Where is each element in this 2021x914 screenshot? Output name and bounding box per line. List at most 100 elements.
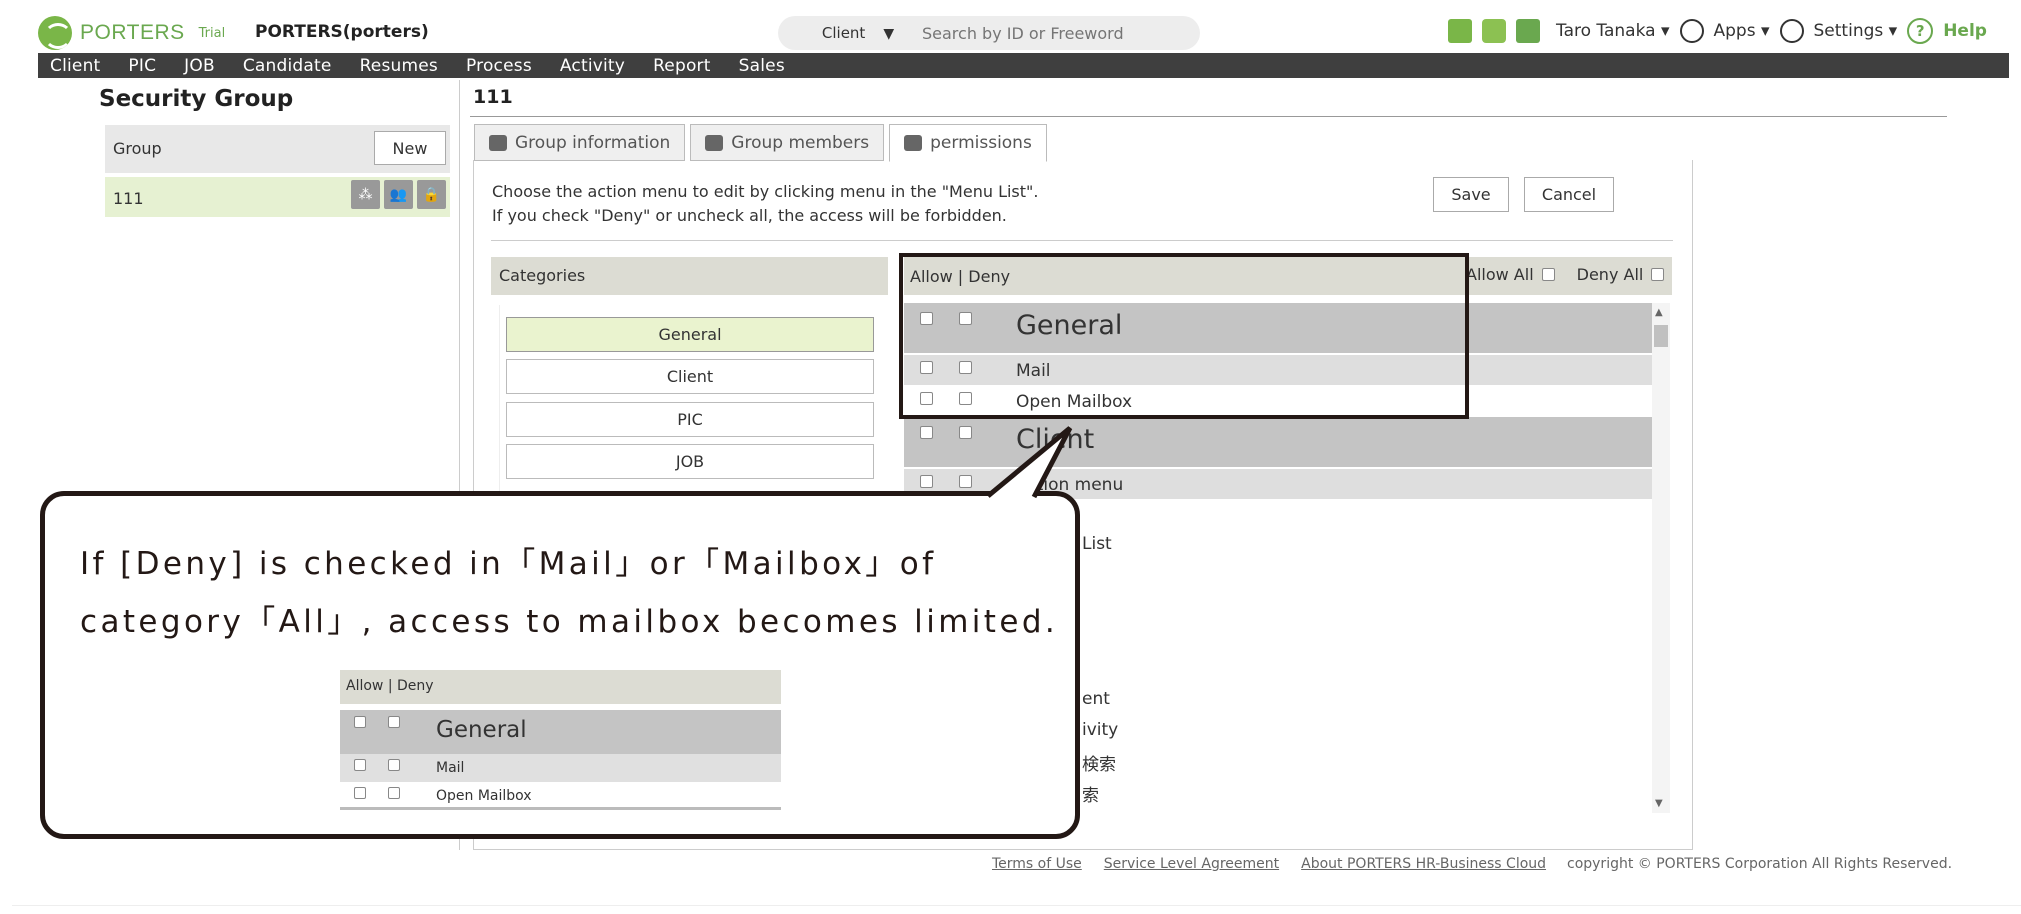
about-link[interactable]: About PORTERS HR-Business Cloud bbox=[1301, 856, 1546, 872]
edit-note-icon[interactable] bbox=[1448, 19, 1472, 43]
mini-item-row: Open Mailbox bbox=[340, 782, 781, 810]
mini-group-label: General bbox=[436, 717, 527, 743]
trial-badge: Trial bbox=[198, 25, 226, 41]
perm-item-fragment: 索 bbox=[1082, 781, 1099, 806]
group-row-label: 111 bbox=[113, 189, 144, 208]
help-link[interactable]: Help bbox=[1943, 21, 1987, 41]
mini-allow-deny-header: Allow | Deny bbox=[340, 670, 781, 704]
scroll-thumb[interactable] bbox=[1654, 325, 1668, 347]
title-rule bbox=[470, 116, 1947, 117]
footer-links: Terms of Use Service Level Agreement Abo… bbox=[992, 856, 1546, 872]
tab-group-members[interactable]: Group members bbox=[690, 124, 885, 161]
search-scope-select[interactable]: Client ▼ bbox=[778, 24, 908, 42]
apps-icon[interactable] bbox=[1679, 19, 1704, 43]
group-row[interactable]: 111 ⁂ 👥 🔒 bbox=[105, 177, 450, 217]
nav-candidate[interactable]: Candidate bbox=[229, 56, 346, 76]
instruction-rule bbox=[491, 240, 1673, 241]
nav-report[interactable]: Report bbox=[639, 56, 725, 76]
cancel-button[interactable]: Cancel bbox=[1524, 177, 1614, 212]
logo[interactable]: PORTERS Trial bbox=[38, 16, 225, 50]
mini-deny-checkbox bbox=[388, 787, 400, 799]
user-menu[interactable]: Taro Tanaka ▾ bbox=[1556, 21, 1670, 41]
allow-deny-all: Allow All Deny All bbox=[1466, 265, 1665, 284]
allow-checkbox[interactable] bbox=[920, 475, 933, 488]
category-job[interactable]: JOB bbox=[506, 444, 874, 479]
callout-line-2: category「All」, access to mailbox becomes… bbox=[80, 604, 1059, 640]
group-header: Group New bbox=[105, 125, 450, 173]
main-nav: Client PIC JOB Candidate Resumes Process… bbox=[38, 53, 2009, 78]
nav-activity[interactable]: Activity bbox=[546, 56, 639, 76]
instruction-line-1: Choose the action menu to edit by clicki… bbox=[492, 182, 1039, 201]
new-group-button[interactable]: New bbox=[374, 131, 446, 165]
page-title: 111 bbox=[473, 86, 513, 108]
deny-checkbox[interactable] bbox=[959, 426, 972, 439]
top-bar: PORTERS Trial PORTERS(porters) Client▼ T… bbox=[12, 12, 2021, 54]
allow-checkbox[interactable] bbox=[920, 426, 933, 439]
apps-menu[interactable]: Apps ▾ bbox=[1714, 21, 1770, 41]
callout-line-1: If [Deny] is checked in「Mail」or「Mailbox」… bbox=[80, 546, 937, 582]
nav-pic[interactable]: PIC bbox=[114, 56, 170, 76]
callout-tail bbox=[986, 425, 1073, 499]
deny-checkbox[interactable] bbox=[959, 475, 972, 488]
instruction-line-2: If you check "Deny" or uncheck all, the … bbox=[492, 206, 1007, 225]
category-general[interactable]: General bbox=[506, 317, 874, 352]
save-button[interactable]: Save bbox=[1433, 177, 1509, 212]
trash-icon[interactable] bbox=[1482, 19, 1506, 43]
mini-allow-checkbox bbox=[354, 787, 366, 799]
allow-all-label: Allow All bbox=[1466, 265, 1534, 284]
brand-name: PORTERS bbox=[80, 21, 185, 44]
instructions: Choose the action menu to edit by clicki… bbox=[492, 180, 1038, 228]
callout-example-table: Allow | Deny General Mail Open Mailbox bbox=[340, 670, 781, 812]
group-info-icon[interactable]: ⁂ bbox=[351, 180, 380, 209]
mini-deny-checkbox bbox=[388, 759, 400, 771]
lock-icon bbox=[904, 135, 923, 151]
help-icon[interactable]: ? bbox=[1907, 18, 1934, 44]
mini-item-label: Open Mailbox bbox=[436, 788, 532, 804]
inbox-icon[interactable] bbox=[1516, 19, 1540, 43]
group-members-icon[interactable]: 👥 bbox=[384, 180, 413, 209]
deny-all-label: Deny All bbox=[1576, 265, 1644, 284]
nav-resumes[interactable]: Resumes bbox=[346, 56, 452, 76]
terms-of-use-link[interactable]: Terms of Use bbox=[992, 856, 1082, 872]
group-info-icon bbox=[489, 134, 507, 151]
tab-permissions[interactable]: permissions bbox=[889, 124, 1047, 162]
nav-client[interactable]: Client bbox=[38, 56, 114, 76]
perm-item-fragment: 検索 bbox=[1082, 750, 1116, 775]
perm-item-fragment: ent bbox=[1082, 689, 1110, 709]
scroll-down-icon[interactable]: ▼ bbox=[1655, 798, 1663, 809]
perm-item-fragment: List bbox=[1082, 534, 1112, 554]
scroll-up-icon[interactable]: ▲ bbox=[1655, 307, 1663, 318]
settings-menu[interactable]: Settings ▾ bbox=[1814, 21, 1898, 41]
category-client[interactable]: Client bbox=[506, 359, 874, 394]
group-members-icon bbox=[705, 134, 724, 151]
lock-icon[interactable]: 🔒 bbox=[417, 180, 446, 209]
nav-process[interactable]: Process bbox=[452, 56, 546, 76]
mini-menu-label: Mail bbox=[436, 760, 465, 776]
sla-link[interactable]: Service Level Agreement bbox=[1104, 856, 1279, 872]
mini-group-row: General bbox=[340, 710, 781, 754]
categories-header: Categories bbox=[491, 257, 888, 295]
group-row-actions: ⁂ 👥 🔒 bbox=[351, 180, 446, 209]
search-input[interactable] bbox=[908, 23, 1200, 43]
gear-icon[interactable] bbox=[1779, 19, 1804, 43]
category-pic[interactable]: PIC bbox=[506, 402, 874, 437]
highlight-box bbox=[899, 253, 1469, 419]
top-right-menu: Taro Tanaka ▾ Apps ▾ Settings ▾ ? Help bbox=[1448, 18, 1987, 44]
callout-text: If [Deny] is checked in「Mail」or「Mailbox」… bbox=[80, 535, 1058, 651]
company-name: PORTERS(porters) bbox=[255, 22, 429, 42]
tab-group-information[interactable]: Group information bbox=[474, 124, 686, 161]
tab-bar: Group information Group members permissi… bbox=[474, 124, 1047, 162]
nav-sales[interactable]: Sales bbox=[725, 56, 799, 76]
permissions-scrollbar[interactable]: ▲ ▼ bbox=[1652, 303, 1670, 813]
allow-all-checkbox[interactable] bbox=[1541, 268, 1555, 281]
porters-logo-icon bbox=[38, 16, 72, 50]
copyright: copyright © PORTERS Corporation All Righ… bbox=[1567, 856, 1953, 872]
bottom-divider bbox=[12, 905, 2021, 906]
security-group-title: Security Group bbox=[99, 86, 294, 112]
nav-job[interactable]: JOB bbox=[170, 56, 229, 76]
mini-allow-checkbox bbox=[354, 759, 366, 771]
perm-item-fragment: ivity bbox=[1082, 720, 1119, 740]
deny-all-checkbox[interactable] bbox=[1651, 268, 1665, 281]
search-bar: Client ▼ bbox=[778, 16, 1200, 50]
group-label: Group bbox=[113, 139, 162, 158]
